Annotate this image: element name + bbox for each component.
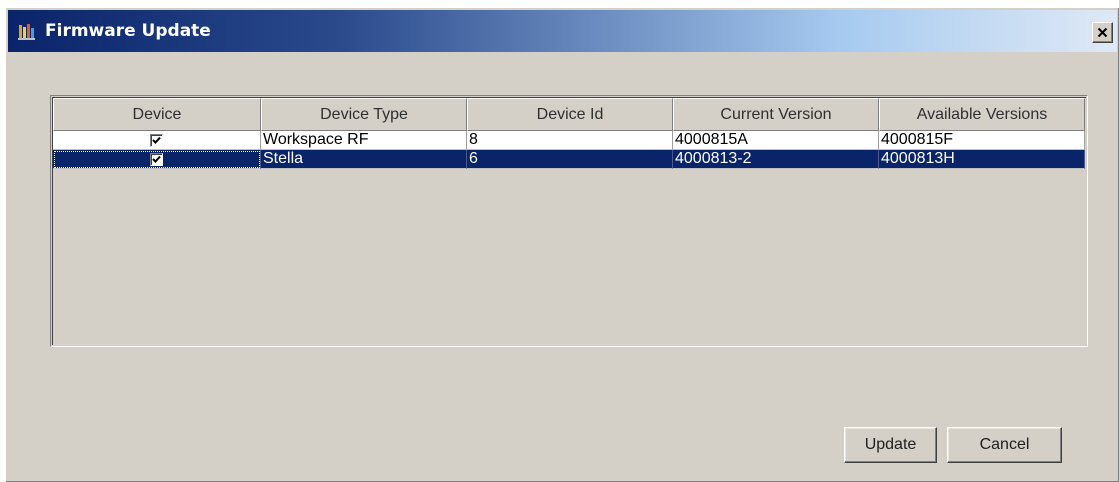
device-checkbox[interactable]	[150, 133, 163, 147]
column-header-device-id[interactable]: Device Id	[467, 98, 673, 131]
device-table-viewport: Device Device Type Device Id Current Ver…	[52, 97, 1086, 345]
device-table: Device Device Type Device Id Current Ver…	[50, 95, 1088, 347]
column-header-device-type[interactable]: Device Type	[261, 98, 467, 131]
device-id-cell[interactable]: 8	[467, 131, 673, 150]
device-type-cell[interactable]: Stella	[261, 150, 467, 169]
firmware-app-icon	[18, 24, 35, 40]
device-checkbox-cell[interactable]	[53, 131, 261, 150]
check-icon	[152, 155, 161, 163]
window-title: Firmware Update	[45, 21, 211, 41]
update-button[interactable]: Update	[844, 427, 937, 463]
device-id-cell[interactable]: 6	[467, 150, 673, 169]
available-version-cell[interactable]: 4000813H	[879, 150, 1085, 169]
close-icon	[1097, 27, 1108, 38]
available-version-cell[interactable]: 4000815F	[879, 131, 1085, 150]
table-row-selected[interactable]: Stella 6 4000813-2 4000813H	[53, 150, 1085, 169]
cancel-button[interactable]: Cancel	[947, 427, 1062, 463]
current-version-cell[interactable]: 4000815A	[673, 131, 879, 150]
column-header-device[interactable]: Device	[53, 98, 261, 131]
column-header-available-versions[interactable]: Available Versions	[879, 98, 1085, 131]
cancel-button-label: Cancel	[979, 436, 1030, 453]
check-icon	[152, 136, 161, 144]
device-checkbox[interactable]	[150, 152, 163, 166]
current-version-cell[interactable]: 4000813-2	[673, 150, 879, 169]
table-row[interactable]: Workspace RF 8 4000815A 4000815F	[53, 131, 1085, 150]
title-bar[interactable]: Firmware Update	[8, 10, 1117, 52]
device-type-cell[interactable]: Workspace RF	[261, 131, 467, 150]
firmware-update-dialog: Firmware Update Device Device Type Devic…	[5, 7, 1119, 482]
device-checkbox-cell[interactable]	[53, 150, 261, 169]
update-button-label: Update	[864, 436, 917, 453]
column-header-current-version[interactable]: Current Version	[673, 98, 879, 131]
close-button[interactable]	[1092, 22, 1113, 43]
table-header: Device Device Type Device Id Current Ver…	[53, 98, 1085, 131]
